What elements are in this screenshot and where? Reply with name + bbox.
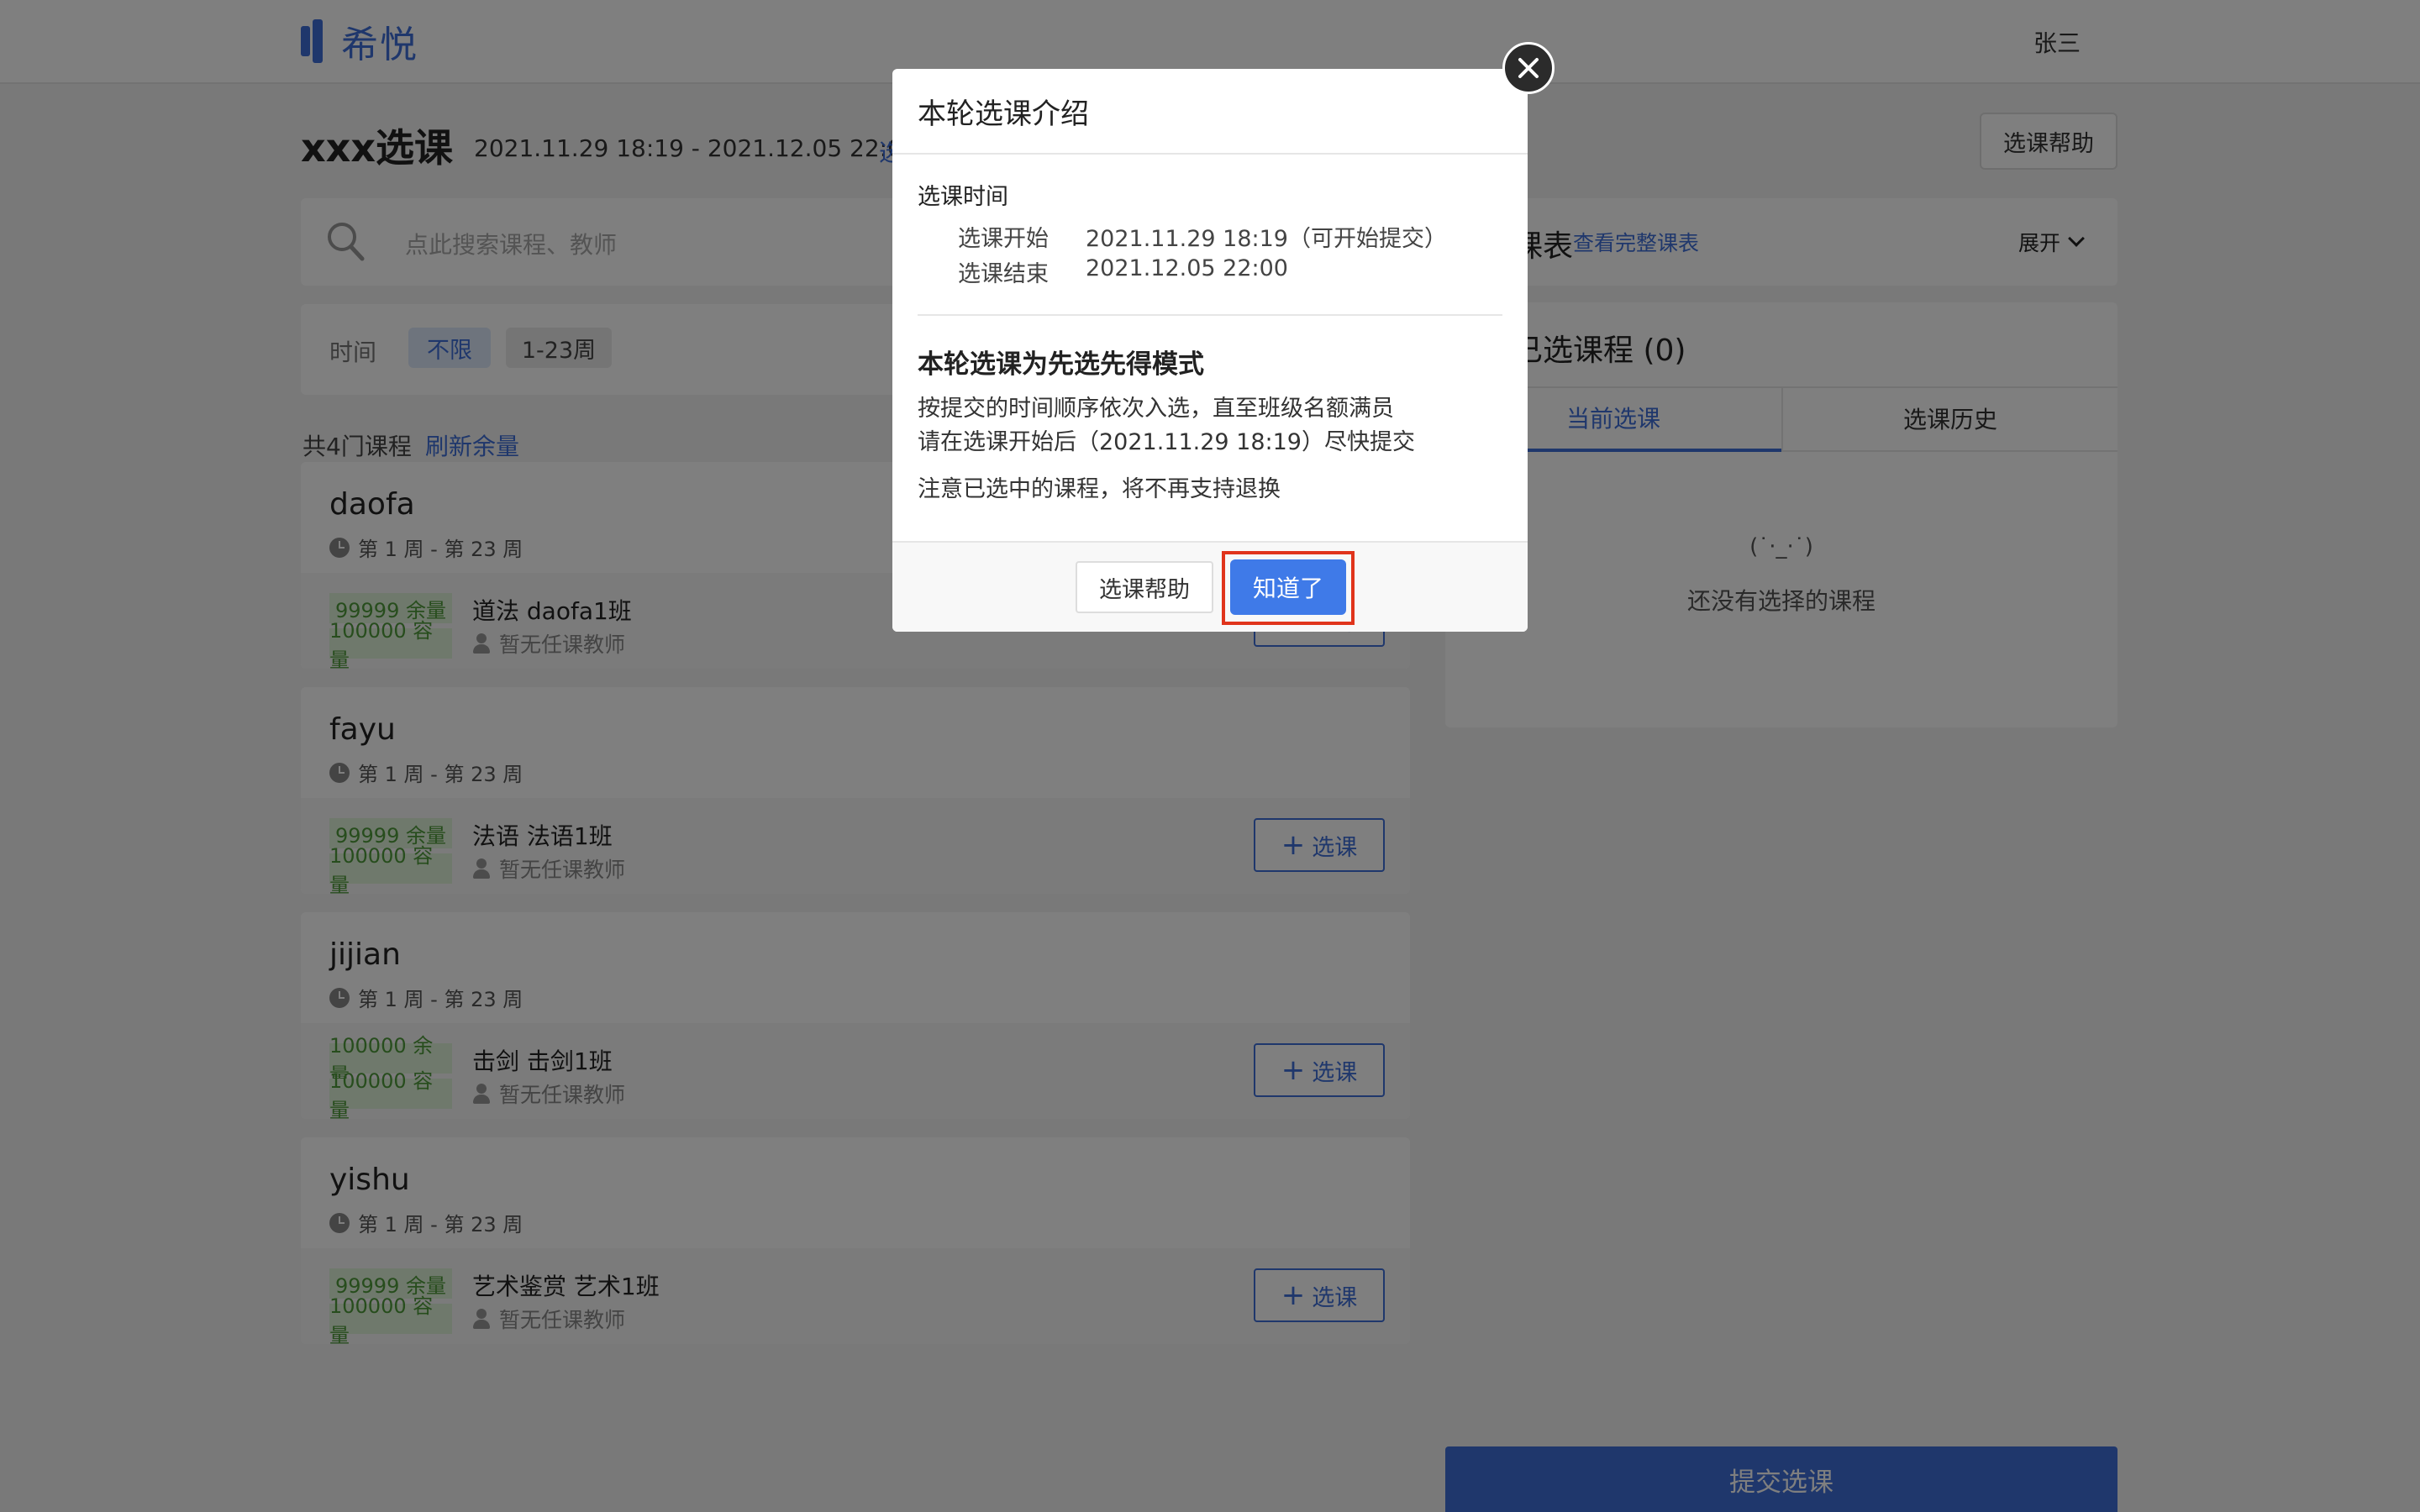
start-label: 选课开始 bbox=[958, 226, 1049, 252]
end-value: 2021.12.05 22:00 bbox=[1086, 255, 1288, 281]
mode-description: 按提交的时间顺序依次入选，直至班级名额满员 bbox=[918, 396, 1394, 422]
start-value: 2021.11.29 18:19（可开始提交） bbox=[1086, 226, 1447, 252]
modal-divider bbox=[918, 314, 1502, 316]
acknowledge-button[interactable]: 知道了 bbox=[1230, 559, 1346, 615]
mode-instruction: 请在选课开始后（2021.11.29 18:19）尽快提交 bbox=[918, 429, 1415, 455]
modal-title: 本轮选课介绍 bbox=[918, 97, 1089, 131]
modal-divider bbox=[892, 153, 1528, 155]
intro-modal: 本轮选课介绍 选课时间 选课开始 2021.11.29 18:19（可开始提交）… bbox=[892, 69, 1528, 632]
modal-help-button[interactable]: 选课帮助 bbox=[1076, 561, 1213, 613]
close-icon[interactable] bbox=[1502, 42, 1555, 94]
mode-note: 注意已选中的课程，将不再支持退换 bbox=[918, 476, 1281, 502]
time-section-heading: 选课时间 bbox=[918, 184, 1008, 210]
end-label: 选课结束 bbox=[958, 261, 1049, 287]
mode-heading: 本轮选课为先选先得模式 bbox=[918, 349, 1204, 380]
